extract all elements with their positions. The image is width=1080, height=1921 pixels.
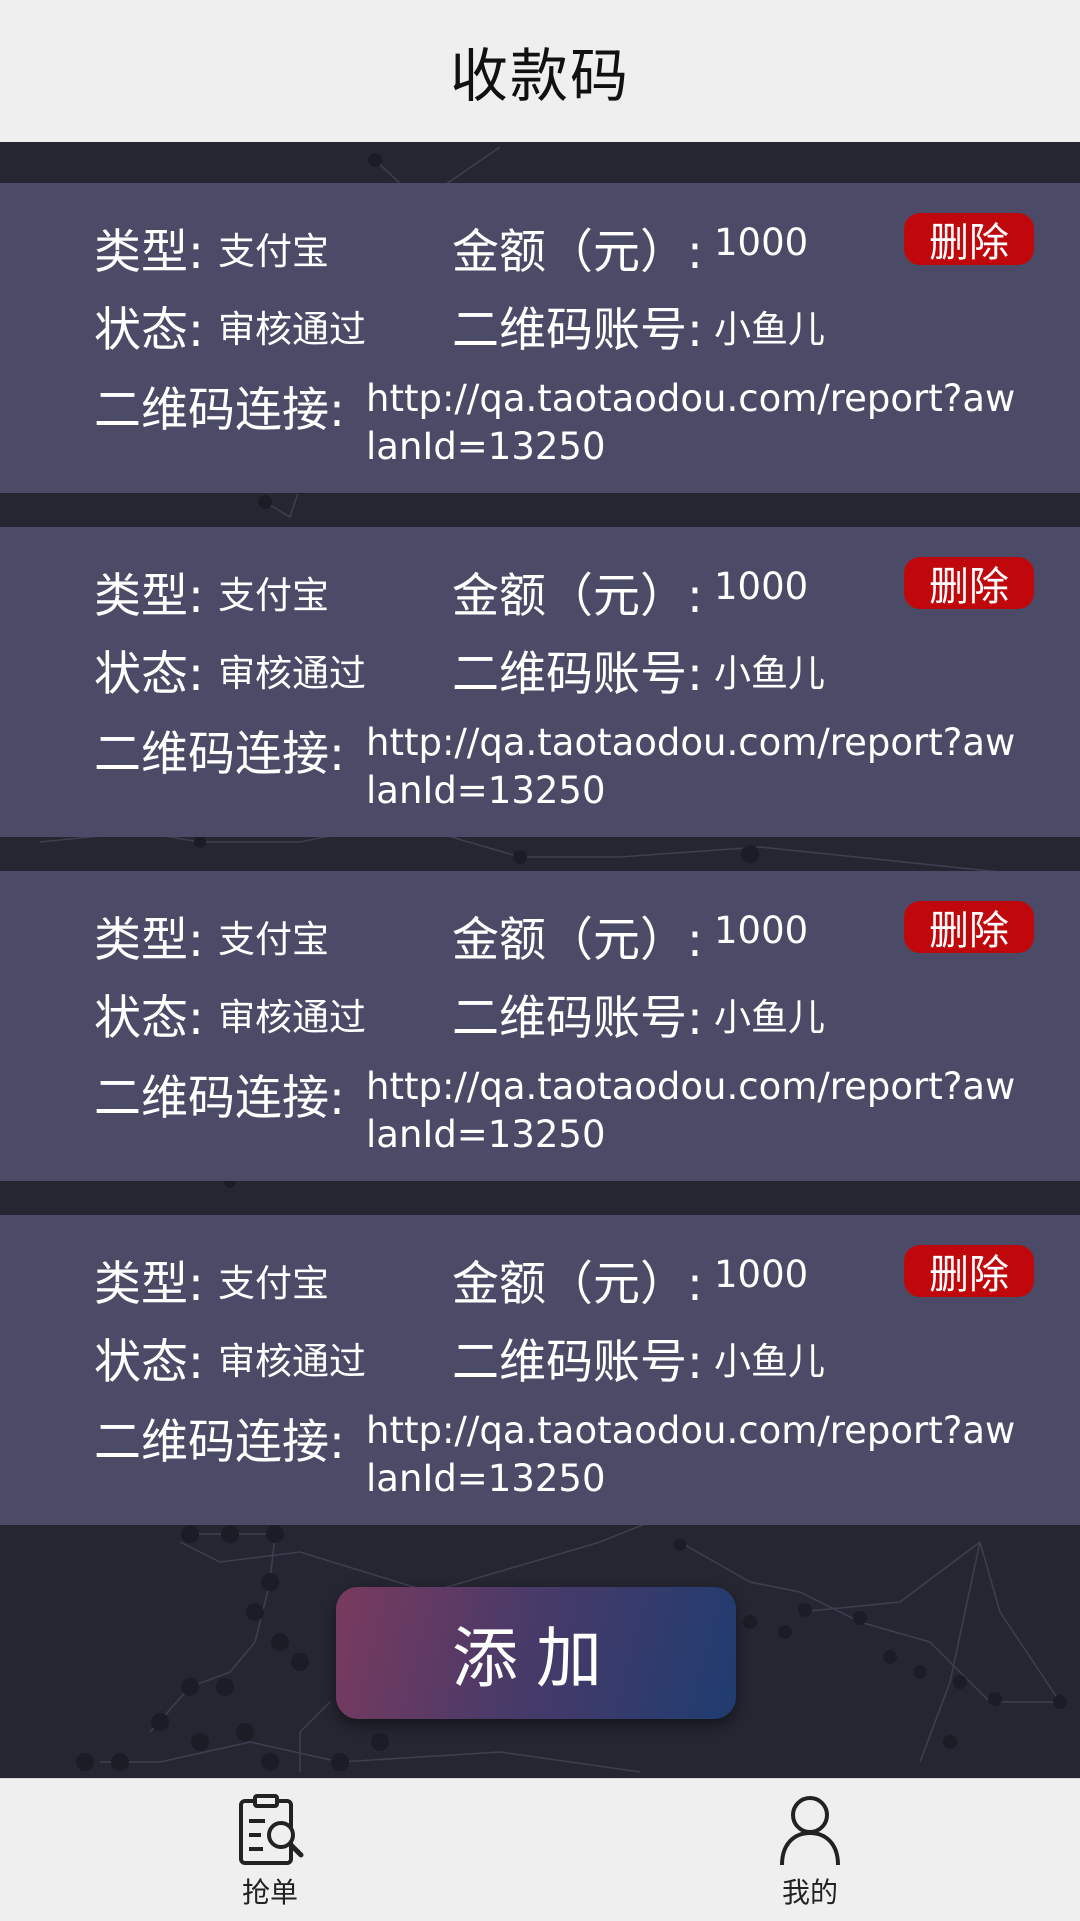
account-label: 二维码账号:	[452, 303, 703, 358]
amount-value: 1000	[714, 221, 809, 264]
type-value: 支付宝	[218, 230, 329, 273]
qr-code-card: 类型: 支付宝 金额（元）: 1000 删除 状态: 审核通过 二维码账号: 小…	[0, 183, 1080, 493]
account-value: 小鱼儿	[714, 996, 825, 1039]
tab-grab-order[interactable]: 抢单	[170, 1779, 370, 1921]
type-label: 类型:	[94, 569, 204, 624]
tab-label: 我的	[781, 1876, 838, 1909]
tab-label: 抢单	[241, 1876, 298, 1909]
qr-code-card: 类型: 支付宝 金额（元）: 1000 删除 状态: 审核通过 二维码账号: 小…	[0, 871, 1080, 1181]
type-label: 类型:	[94, 913, 204, 968]
link-value: http://qa.taotaodou.com/report?awlanId=1…	[366, 721, 1016, 812]
amount-label: 金额（元）:	[452, 225, 703, 280]
status-value: 审核通过	[218, 1340, 366, 1383]
status-value: 审核通过	[218, 652, 366, 695]
bottom-tab-bar: 抢单 我的	[0, 1778, 1080, 1921]
delete-button[interactable]: 删除	[904, 1245, 1034, 1298]
delete-button[interactable]: 删除	[904, 557, 1034, 610]
link-value: http://qa.taotaodou.com/report?awlanId=1…	[366, 1409, 1016, 1500]
status-label: 状态:	[94, 303, 204, 358]
type-value: 支付宝	[218, 574, 329, 617]
status-label: 状态:	[94, 991, 204, 1046]
qr-code-card: 类型: 支付宝 金额（元）: 1000 删除 状态: 审核通过 二维码账号: 小…	[0, 527, 1080, 837]
amount-label: 金额（元）:	[452, 913, 703, 968]
delete-button[interactable]: 删除	[904, 213, 1034, 266]
type-value: 支付宝	[218, 1262, 329, 1305]
status-value: 审核通过	[218, 308, 366, 351]
amount-label: 金额（元）:	[452, 1257, 703, 1312]
account-label: 二维码账号:	[452, 991, 703, 1046]
app-header: 收款码	[0, 0, 1080, 142]
page-title: 收款码	[449, 42, 630, 110]
account-value: 小鱼儿	[714, 1340, 825, 1383]
account-value: 小鱼儿	[714, 308, 825, 351]
amount-label: 金额（元）:	[452, 569, 703, 624]
account-label: 二维码账号:	[452, 1335, 703, 1390]
link-label: 二维码连接:	[94, 1071, 345, 1126]
amount-value: 1000	[714, 1253, 809, 1296]
amount-value: 1000	[714, 909, 809, 952]
link-label: 二维码连接:	[94, 1415, 345, 1470]
qr-code-card: 类型: 支付宝 金额（元）: 1000 删除 状态: 审核通过 二维码账号: 小…	[0, 1215, 1080, 1525]
link-label: 二维码连接:	[94, 383, 345, 438]
tab-mine[interactable]: 我的	[710, 1779, 910, 1921]
link-value: http://qa.taotaodou.com/report?awlanId=1…	[366, 1065, 1016, 1156]
type-value: 支付宝	[218, 918, 329, 961]
account-value: 小鱼儿	[714, 652, 825, 695]
delete-button[interactable]: 删除	[904, 901, 1034, 954]
account-label: 二维码账号:	[452, 647, 703, 702]
user-icon	[780, 1796, 840, 1866]
type-label: 类型:	[94, 1257, 204, 1312]
status-value: 审核通过	[218, 996, 366, 1039]
order-search-icon	[239, 1794, 304, 1865]
type-label: 类型:	[94, 225, 204, 280]
status-label: 状态:	[94, 1335, 204, 1390]
qr-code-list: 类型: 支付宝 金额（元）: 1000 删除 状态: 审核通过 二维码账号: 小…	[0, 183, 1080, 1559]
amount-value: 1000	[714, 565, 809, 608]
status-label: 状态:	[94, 647, 204, 702]
link-label: 二维码连接:	[94, 727, 345, 782]
add-button[interactable]: 添加	[336, 1587, 736, 1719]
link-value: http://qa.taotaodou.com/report?awlanId=1…	[366, 377, 1016, 468]
